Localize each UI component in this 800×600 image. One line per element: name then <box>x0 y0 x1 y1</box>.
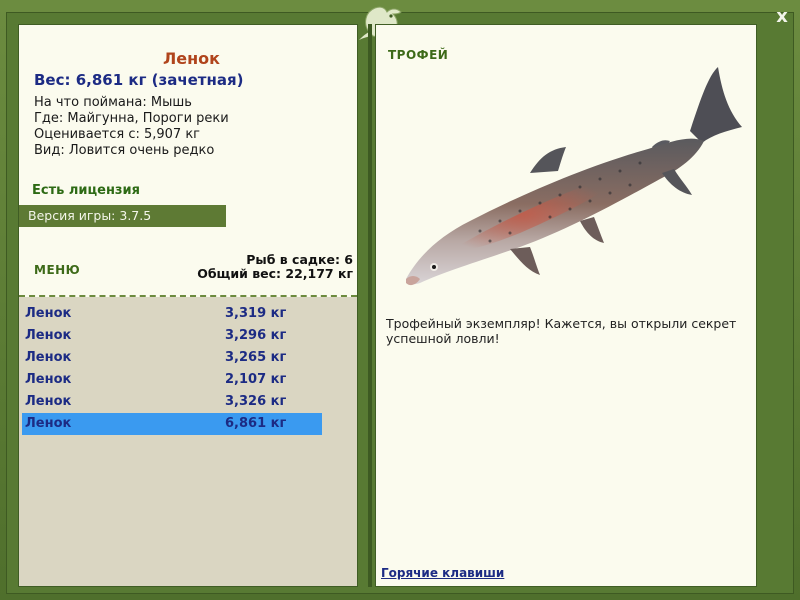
location-line: Где: Майгунна, Пороги реки <box>34 111 229 126</box>
catch-item-name: Ленок <box>25 328 72 343</box>
catch-list-item[interactable]: Ленок 6,861 кг <box>22 413 322 435</box>
menu-button[interactable]: МЕНЮ <box>34 263 80 277</box>
trophy-panel: ТРОФЕЙ Трофейный экземпляр! Кажется, вы … <box>375 24 757 587</box>
catch-item-weight: 3,296 кг <box>225 328 287 343</box>
catch-item-weight: 6,861 кг <box>225 416 287 431</box>
fish-details: Ленок Вес: 6,861 кг (зачетная) На что по… <box>19 25 357 295</box>
close-button[interactable]: x <box>771 6 793 28</box>
catch-list-item[interactable]: Ленок 3,296 кг <box>22 325 322 347</box>
catch-item-name: Ленок <box>25 394 72 409</box>
valued-line: Оценивается с: 5,907 кг <box>34 127 201 142</box>
catch-list-item[interactable]: Ленок 2,107 кг <box>22 369 322 391</box>
fish-info-panel: Ленок Вес: 6,861 кг (зачетная) На что по… <box>18 24 358 587</box>
catch-item-weight: 3,265 кг <box>225 350 287 365</box>
cage-count: Рыб в садке: 6 <box>246 252 353 267</box>
catch-item-name: Ленок <box>25 306 72 321</box>
fish-info-lines: На что поймана: Мышь Где: Майгунна, Поро… <box>34 95 229 159</box>
cage-total-weight: Общий вес: 22,177 кг <box>197 266 353 281</box>
fish-title: Ленок <box>162 49 221 68</box>
hotkeys-link[interactable]: Горячие клавиши <box>381 566 504 580</box>
rarity-line: Вид: Ловится очень редко <box>34 143 215 158</box>
cage-stats: Рыб в садке: 6 Общий вес: 22,177 кг <box>197 253 353 281</box>
version-bar: Версия игры: 3.7.5 <box>19 205 226 227</box>
fish-weight: Вес: 6,861 кг (зачетная) <box>34 71 244 89</box>
trophy-message: Трофейный экземпляр! Кажется, вы открыли… <box>386 316 737 346</box>
catch-list: Ленок 3,319 кг Ленок 3,296 кг Ленок 3,265 кг Л… <box>19 297 357 586</box>
catch-item-name: Ленок <box>25 416 72 431</box>
catch-item-name: Ленок <box>25 350 72 365</box>
catch-item-weight: 2,107 кг <box>225 372 287 387</box>
catch-item-weight: 3,326 кг <box>225 394 287 409</box>
catch-item-weight: 3,319 кг <box>225 306 287 321</box>
panel-divider <box>368 24 372 587</box>
catch-list-item[interactable]: Ленок 3,265 кг <box>22 347 322 369</box>
bait-line: На что поймана: Мышь <box>34 95 192 110</box>
catch-item-name: Ленок <box>25 372 72 387</box>
license-status: Есть лицензия <box>32 183 140 198</box>
catch-list-item[interactable]: Ленок 3,319 кг <box>22 303 322 325</box>
lenok-fish-image <box>406 67 742 286</box>
catch-list-item[interactable]: Ленок 3,326 кг <box>22 391 322 413</box>
trophy-label: ТРОФЕЙ <box>388 48 449 62</box>
